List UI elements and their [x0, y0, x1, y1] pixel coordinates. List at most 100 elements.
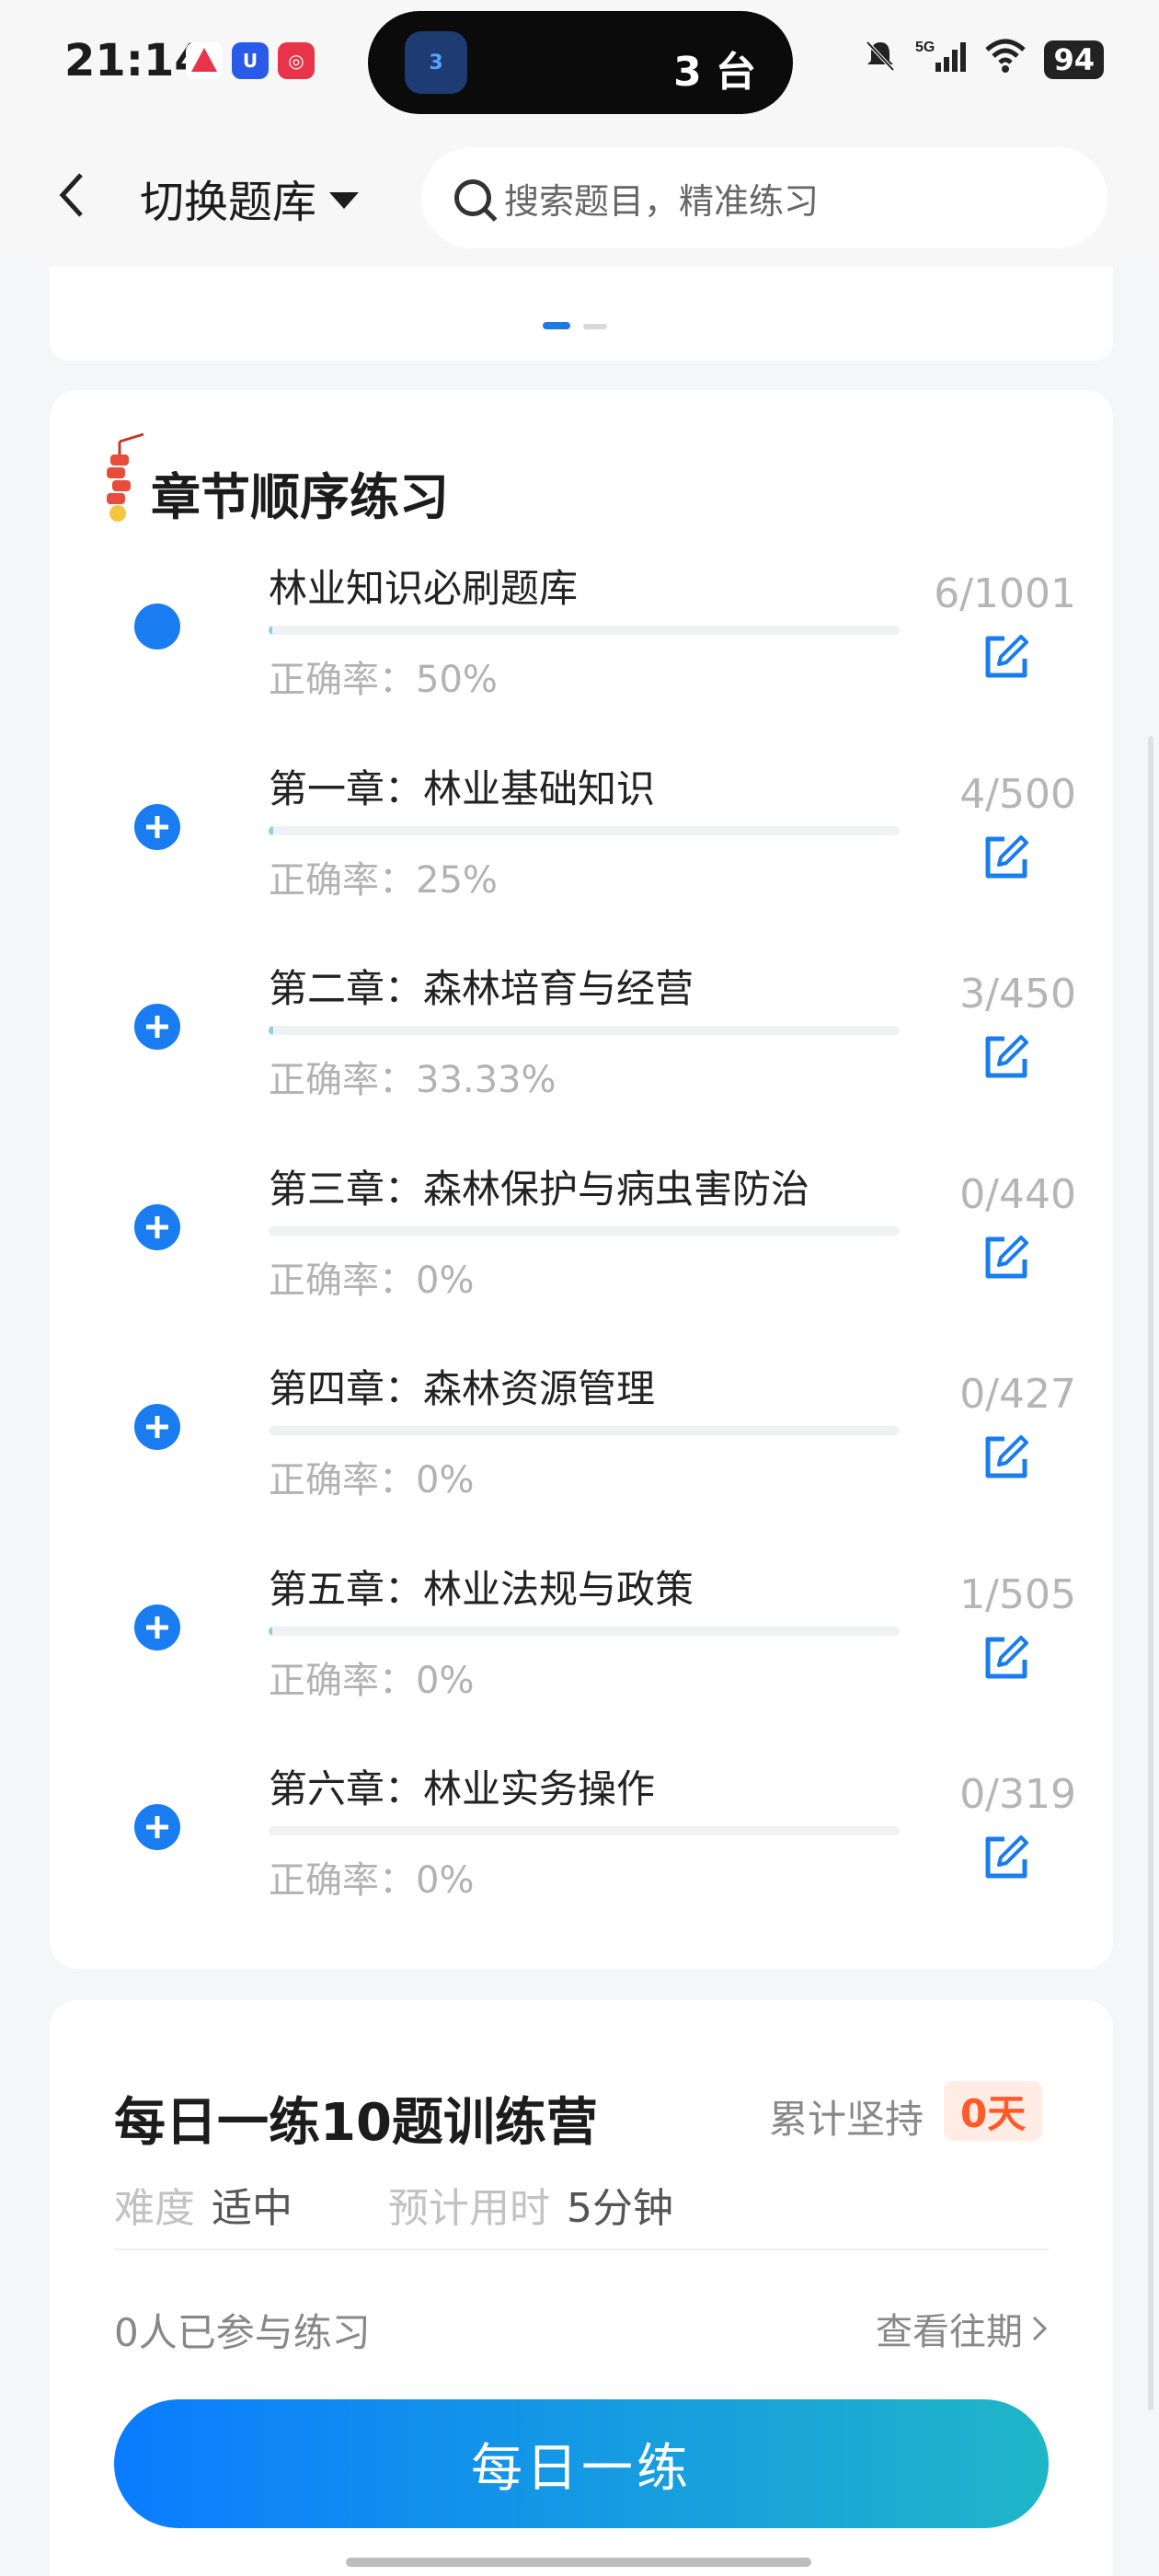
- progress-fill: [269, 1626, 273, 1636]
- question-count: 6/1001: [934, 570, 1076, 617]
- streak-label: 累计坚持: [769, 2097, 924, 2142]
- daily-title: 每日一练10题训练营: [114, 2093, 598, 2153]
- accuracy-text: 正确率：0%: [269, 1259, 475, 1302]
- edit-icon[interactable]: [981, 832, 1032, 883]
- caret-down-icon: [329, 192, 360, 209]
- accuracy-text: 正确率：25%: [269, 858, 498, 902]
- expand-plus-icon[interactable]: [134, 1203, 180, 1250]
- expand-plus-icon[interactable]: [134, 1004, 180, 1050]
- signal-5g-icon: 5G: [915, 37, 967, 83]
- carousel-dot[interactable]: [583, 324, 607, 329]
- streak-badge: 0天: [944, 2081, 1043, 2141]
- chapter-row[interactable]: 第四章：森林资源管理 正确率：0% 0/427: [50, 1358, 1113, 1558]
- progress-fill: [269, 1026, 273, 1035]
- accuracy-text: 正确率：0%: [269, 1659, 475, 1702]
- question-count: 4/500: [959, 770, 1076, 818]
- accuracy-text: 正确率：0%: [269, 1859, 475, 1902]
- edit-icon[interactable]: [981, 1232, 1032, 1283]
- active-dot-icon[interactable]: [134, 604, 180, 650]
- progress-bar: [269, 1426, 900, 1435]
- status-time: 21:14: [64, 35, 205, 86]
- search-input[interactable]: 搜索题目，精准练习: [421, 147, 1107, 248]
- dynamic-island[interactable]: 3 3 台: [368, 11, 793, 114]
- edit-icon[interactable]: [981, 1432, 1032, 1483]
- question-count: 3/450: [959, 971, 1076, 1018]
- time-label: 预计用时: [388, 2185, 550, 2232]
- edit-icon[interactable]: [981, 1832, 1032, 1883]
- chapter-row[interactable]: 第一章：林业基础知识 正确率：25% 4/500: [50, 758, 1113, 959]
- daily-practice-card: 每日一练10题训练营 累计坚持 0天 难度 适中 预计用时 5分钟 0人已参与练习 …: [50, 2000, 1113, 2576]
- expand-plus-icon[interactable]: [134, 803, 180, 850]
- difficulty-label: 难度: [114, 2185, 195, 2232]
- home-indicator[interactable]: [346, 2558, 811, 2567]
- progress-fill: [269, 626, 273, 635]
- chapter-name: 第六章：林业实务操作: [269, 1766, 656, 1811]
- progress-bar: [269, 1826, 900, 1835]
- history-link[interactable]: 查看往期: [876, 2302, 1049, 2355]
- chapter-section-title: 章节顺序练习: [151, 468, 449, 526]
- chapter-row[interactable]: 林业知识必刷题库 正确率：50% 6/1001: [50, 558, 1113, 758]
- header: 切换题库 搜索题目，精准练习: [0, 129, 1159, 267]
- search-icon: [454, 179, 491, 216]
- wifi-icon: [983, 37, 1027, 83]
- app-notification-icon: [186, 42, 223, 79]
- chapter-name: 第一章：林业基础知识: [269, 765, 656, 811]
- app-notification-icon: U: [232, 42, 269, 79]
- broadcast-icon: 3: [405, 31, 467, 94]
- island-text: 3 台: [673, 49, 756, 96]
- status-app-icons: U ◎: [186, 42, 315, 79]
- search-placeholder: 搜索题目，精准练习: [504, 180, 820, 222]
- progress-bar: [269, 626, 900, 635]
- switch-bank-dropdown[interactable]: 切换题库: [140, 166, 360, 230]
- edit-icon[interactable]: [981, 1031, 1032, 1083]
- chevron-left-icon: [59, 173, 83, 217]
- status-bar: 21:14 U ◎ 3 3 台 5G 94: [0, 0, 1159, 129]
- progress-bar: [269, 1626, 900, 1636]
- svg-text:5G: 5G: [915, 40, 935, 55]
- chapter-name: 林业知识必刷题库: [269, 566, 579, 611]
- difficulty-value: 适中: [212, 2185, 293, 2232]
- question-count: 0/440: [959, 1170, 1076, 1218]
- accuracy-text: 正确率：0%: [269, 1459, 475, 1501]
- edit-icon[interactable]: [981, 631, 1032, 683]
- carousel-dot-active[interactable]: [543, 322, 570, 329]
- chapter-name: 第二章：森林培育与经营: [269, 966, 694, 1011]
- chapter-row[interactable]: 第五章：林业法规与政策 正确率：0% 1/505: [50, 1558, 1113, 1759]
- mute-bell-icon: [862, 37, 899, 83]
- expand-plus-icon[interactable]: [134, 1804, 180, 1850]
- chevron-right-icon: [1032, 2316, 1048, 2341]
- chapter-row[interactable]: 第二章：森林培育与经营 正确率：33.33% 3/450: [50, 958, 1113, 1158]
- island-badge: 3: [429, 51, 443, 75]
- back-button[interactable]: [53, 167, 90, 223]
- daily-meta: 难度 适中 预计用时 5分钟: [114, 2175, 673, 2234]
- progress-bar: [269, 1026, 900, 1035]
- accuracy-text: 正确率：33.33%: [269, 1059, 557, 1101]
- progress-fill: [269, 825, 274, 835]
- banner-card: [50, 267, 1113, 361]
- progress-bar: [269, 825, 900, 835]
- expand-plus-icon[interactable]: [134, 1604, 180, 1650]
- switch-bank-label: 切换题库: [140, 177, 317, 228]
- history-link-label: 查看往期: [876, 2311, 1023, 2353]
- edit-icon[interactable]: [981, 1632, 1032, 1684]
- chapter-name: 第四章：森林资源管理: [269, 1366, 656, 1411]
- chapter-row[interactable]: 第六章：林业实务操作 正确率：0% 0/319: [50, 1758, 1113, 1959]
- daily-practice-button[interactable]: 每日一练: [114, 2399, 1049, 2528]
- divider: [114, 2248, 1049, 2250]
- time-value: 5分钟: [567, 2185, 673, 2232]
- question-count: 0/427: [959, 1371, 1076, 1418]
- accuracy-text: 正确率：50%: [269, 659, 498, 701]
- battery-level: 94: [1044, 40, 1104, 79]
- participants-count: 0人已参与练习: [114, 2310, 371, 2355]
- expand-plus-icon[interactable]: [134, 1404, 180, 1450]
- app-notification-icon: ◎: [278, 42, 315, 79]
- chapter-practice-card: 章节顺序练习 林业知识必刷题库 正确率：50% 6/1001 第一章：林业基础知识 正确…: [50, 390, 1113, 1969]
- chapter-name: 第五章：林业法规与政策: [269, 1566, 694, 1612]
- question-count: 0/319: [959, 1771, 1076, 1818]
- chapter-name: 第三章：森林保护与病虫害防治: [269, 1166, 810, 1212]
- status-right: 5G 94: [862, 37, 1104, 83]
- scrollbar[interactable]: [1148, 736, 1153, 2410]
- progress-bar: [269, 1225, 900, 1236]
- question-count: 1/505: [959, 1570, 1076, 1618]
- chapter-row[interactable]: 第三章：森林保护与病虫害防治 正确率：0% 0/440: [50, 1158, 1113, 1359]
